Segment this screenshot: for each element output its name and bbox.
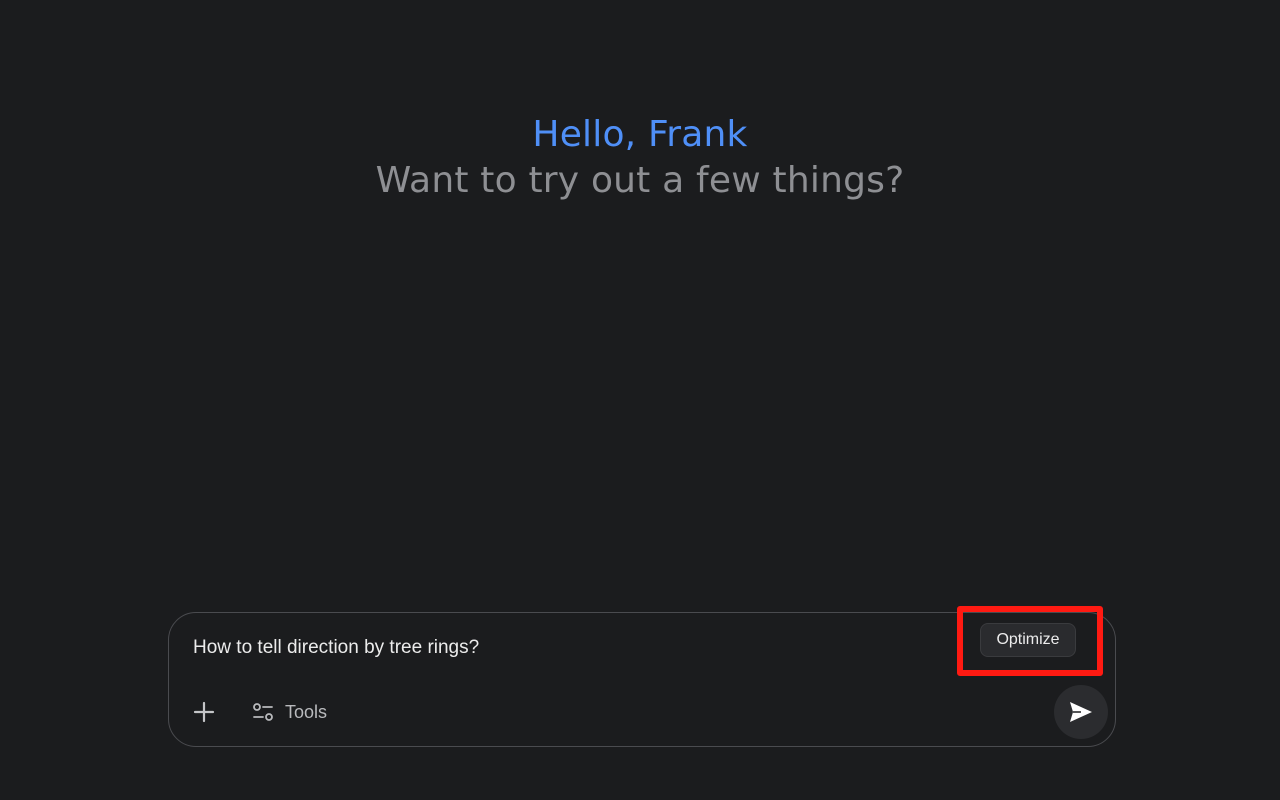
- sliders-icon: [253, 703, 273, 721]
- add-button[interactable]: [191, 699, 217, 725]
- prompt-input[interactable]: How to tell direction by tree rings?: [193, 635, 953, 661]
- tools-button[interactable]: Tools: [251, 697, 327, 727]
- send-icon: [1070, 702, 1092, 722]
- send-button[interactable]: [1054, 685, 1108, 739]
- greeting-subtitle: Want to try out a few things?: [375, 160, 905, 201]
- greeting: Hello, Frank Want to try out a few thing…: [0, 112, 1280, 204]
- plus-icon: [193, 701, 215, 723]
- chat-home-page: Hello, Frank Want to try out a few thing…: [0, 0, 1280, 800]
- greeting-hello: Hello, Frank: [532, 114, 748, 155]
- tools-label: Tools: [285, 701, 328, 722]
- optimize-button[interactable]: Optimize: [980, 623, 1076, 657]
- prompt-composer: How to tell direction by tree rings? Opt…: [168, 612, 1116, 747]
